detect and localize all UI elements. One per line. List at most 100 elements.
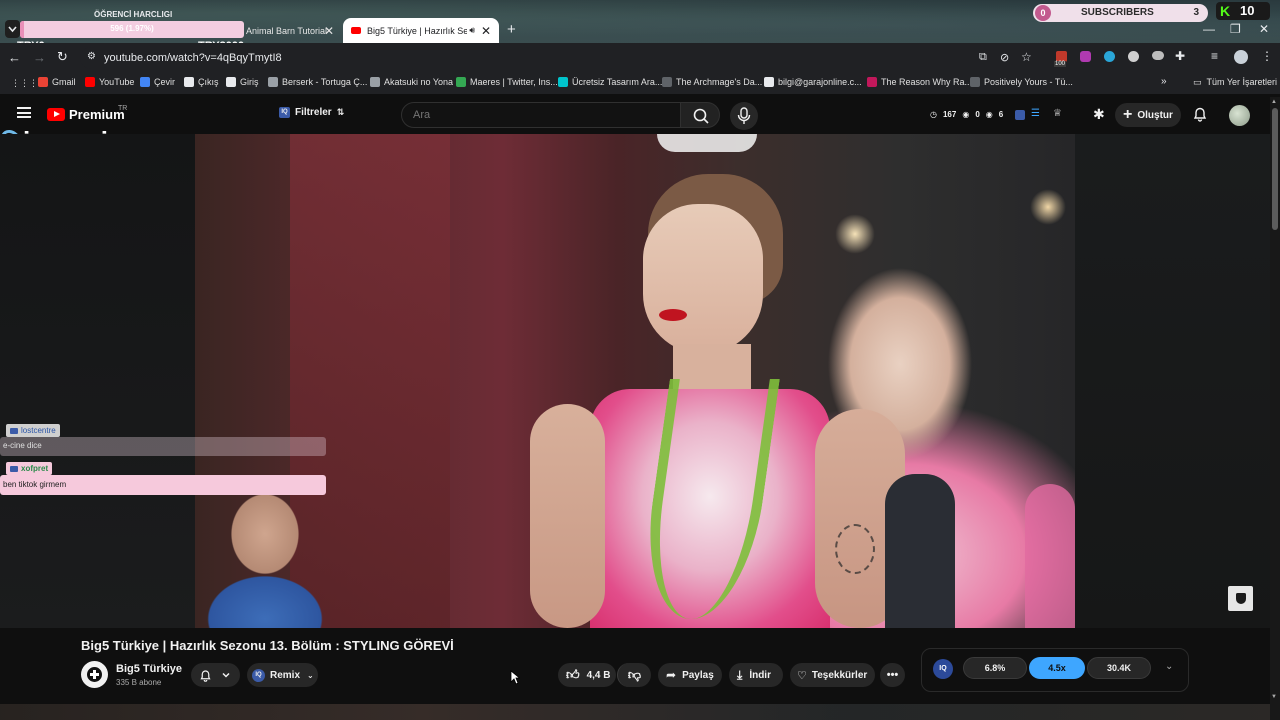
mini-player-button[interactable] [1228,586,1253,611]
reload-button[interactable]: ↻ [57,49,68,65]
all-bookmarks[interactable]: ▭ Tüm Yer İşaretleri [1193,77,1277,88]
iq-icon[interactable] [1015,110,1025,120]
shield-icon [1235,593,1246,604]
bookmark-item[interactable]: Akatsuki no Yona [370,77,453,87]
gear-icon[interactable]: ✱ [1093,106,1105,123]
create-button[interactable]: + Oluştur [1115,103,1181,127]
bookmark-item[interactable]: Çıkış [184,77,219,87]
bookmark-favicon-icon [226,77,236,87]
video-side-right [1075,134,1270,628]
bookmark-favicon-icon [268,77,278,87]
minimize-button[interactable]: — [1203,22,1215,36]
bookmark-item[interactable]: Gmail [38,77,76,87]
avatar[interactable] [1229,105,1250,126]
bookmark-item[interactable]: Positively Yours - Tü... [970,77,1073,87]
new-tab-button[interactable]: + [507,21,516,38]
forward-button[interactable]: → [33,50,46,65]
apps-grid-icon[interactable]: ⋮⋮⋮ [11,78,38,89]
subscribers-widget: 0 SUBSCRIBERS 3 [1033,4,1208,22]
url-text[interactable]: youtube.com/watch?v=4qBqyTmytI8 [104,52,282,64]
like-count: 4,4 B [586,669,611,681]
trophy-icon[interactable]: ♕ [1053,108,1062,119]
person-lips [659,309,687,321]
lamp [1030,189,1066,225]
notifications-bell-icon[interactable] [1192,106,1208,122]
tattoo [835,524,875,574]
bookmark-item[interactable]: bilgi@garajonline.c... [764,77,862,87]
stat-a: 0 [975,110,980,119]
channel-logo-icon [87,667,102,682]
person-arm-left [530,404,605,628]
like-button[interactable]: 👍︎ 4,4 B [558,663,616,687]
bookmark-favicon-icon [764,77,774,87]
video-title: Big5 Türkiye | Hazırlık Sezonu 13. Bölüm… [81,638,454,653]
bookmark-item[interactable]: YouTube [85,77,134,87]
subscribed-notifications-button[interactable] [191,663,240,687]
profile-avatar[interactable] [1234,50,1248,64]
close-icon[interactable]: ✕ [481,24,491,38]
filters-button[interactable]: IQ Filtreler ⇅ [279,107,344,118]
bookmark-label: Çevir [154,77,176,87]
more-actions-button[interactable]: ••• [880,663,905,687]
chevron-down-icon [8,26,17,33]
hamburger-menu-icon[interactable] [17,107,31,118]
share-button[interactable]: ➦ Paylaş [658,663,722,687]
bookmark-item[interactable]: Giriş [226,77,259,87]
bookmark-item[interactable]: Maeres | Twitter, Ins... [456,77,558,87]
install-app-icon[interactable]: ⧉ [979,51,987,64]
bookmark-item[interactable]: Ücretsiz Tasarım Ara... [558,77,662,87]
bookmark-item[interactable]: The Reason Why Ra... [867,77,972,87]
all-bookmarks-label: Tüm Yer İşaretleri [1206,77,1278,87]
tab-search-button[interactable] [5,20,20,38]
extension-icon[interactable] [1152,51,1164,60]
scroll-down-arrow[interactable]: ▼ [1271,694,1277,700]
donation-progress-bar: 596 (1.97%) [20,21,244,38]
scroll-up-arrow[interactable]: ▲ [1271,99,1277,105]
menu-dots-icon[interactable]: ⋮ [1261,49,1273,63]
bookmark-item[interactable]: The Archmage's Da... [662,77,762,87]
clock-icon: ◷ [930,110,937,119]
voice-search-button[interactable] [730,102,758,130]
back-button[interactable]: ← [8,50,21,65]
extension-icon[interactable] [1128,51,1139,62]
bookmark-label: Maeres | Twitter, Ins... [470,77,558,87]
eye-off-icon[interactable]: ⊘ [1000,51,1009,64]
bookmark-overflow-icon[interactable]: » [1161,76,1167,87]
bookmark-label: The Archmage's Da... [676,77,763,87]
bookmark-item[interactable]: Berserk - Tortuga Ç... [268,77,367,87]
tab-title: Animal Barn Tutorial [246,25,328,36]
iq-logo-icon[interactable]: IQ [933,659,953,679]
close-window-button[interactable]: ✕ [1259,22,1269,36]
maximize-button[interactable]: ❐ [1230,22,1241,36]
iq-stat-percent: 6.8% [963,657,1027,679]
tab-big5[interactable]: Big5 Türkiye | Hazırlık Sezonu 🔊︎ ✕ [343,18,499,43]
subscriber-count: 335 B abone [116,678,162,687]
media-control-icon[interactable]: ≡ [1211,49,1218,63]
video-player[interactable] [195,134,1075,628]
remix-button[interactable]: IQ Remix ⌄ [247,663,318,687]
iq-percent-value: 6.8% [984,663,1006,673]
list-icon[interactable]: ☰ [1031,108,1040,119]
search-button[interactable] [680,102,720,128]
channel-name[interactable]: Big5 Türkiye [116,663,182,675]
scrollbar-thumb[interactable] [1272,108,1278,230]
site-info-icon[interactable]: ⚙︎ [87,51,96,62]
download-button[interactable]: ⤓ İndir [729,663,783,687]
extension-icon[interactable] [1080,51,1091,62]
bookmark-star-icon[interactable]: ☆ [1021,50,1032,64]
bookmark-item[interactable]: Çevir [140,77,175,87]
thumbs-down-icon: 👎︎ [627,667,642,682]
extension-icon[interactable] [1104,51,1115,62]
chevron-down-icon[interactable]: ⌄ [1165,661,1173,672]
tab-animal-barn[interactable]: Animal Barn Tutorial ✕ [238,18,342,43]
k-badge: K 10 [1216,2,1270,20]
dislike-button[interactable]: 👎︎ [617,663,651,687]
bookmark-label: The Reason Why Ra... [881,77,973,87]
close-icon[interactable]: ✕ [324,24,334,38]
thanks-button[interactable]: ♡︎ Teşekkürler [790,663,875,687]
puzzle-icon[interactable]: ✚ [1175,49,1185,63]
channel-avatar[interactable] [81,661,108,688]
filters-label: Filtreler [295,107,332,118]
search-input[interactable] [401,102,681,128]
youtube-logo[interactable]: Premium [47,107,125,122]
